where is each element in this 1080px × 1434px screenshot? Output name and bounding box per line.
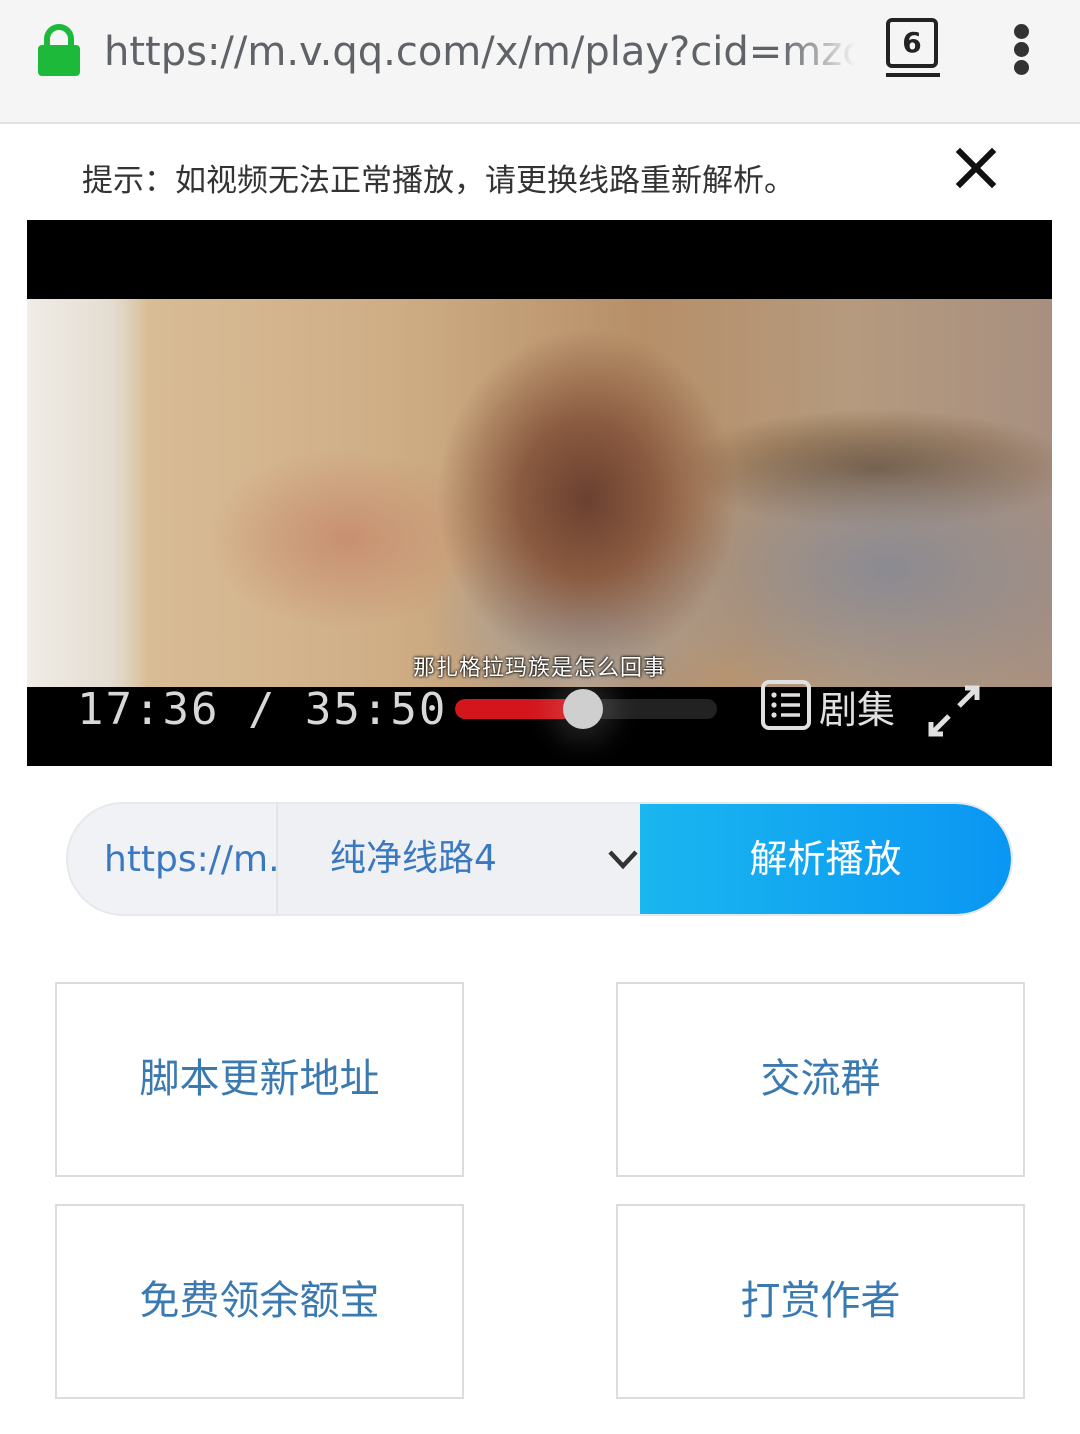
video-frame-detail <box>27 299 147 687</box>
route-select[interactable]: 纯净线路4 <box>278 804 640 914</box>
tip-author-button[interactable]: 打赏作者 <box>616 1204 1025 1399</box>
chevron-down-icon <box>608 850 638 870</box>
video-player[interactable]: 那扎格拉玛族是怎么回事 17:36 / 35:50 剧集 <box>27 220 1052 766</box>
more-vert-icon[interactable] <box>1012 24 1032 76</box>
script-update-button[interactable]: 脚本更新地址 <box>55 982 464 1177</box>
notice-text: 提示：如视频无法正常播放，请更换线路重新解析。 <box>82 163 795 199</box>
lock-icon <box>38 24 80 76</box>
video-url-input[interactable] <box>68 804 276 914</box>
video-frame[interactable] <box>27 299 1052 687</box>
chat-group-button[interactable]: 交流群 <box>616 982 1025 1177</box>
episodes-label[interactable]: 剧集 <box>819 682 895 738</box>
route-select-value: 纯净线路4 <box>330 838 497 879</box>
tab-switcher-underline <box>886 73 940 77</box>
browser-toolbar: https://m.v.qq.com/x/m/play?cid=mzc 6 <box>0 0 1080 124</box>
playlist-icon[interactable] <box>760 679 812 731</box>
tab-switcher-button[interactable]: 6 <box>886 18 938 68</box>
parse-play-button[interactable]: 解析播放 <box>640 804 1011 914</box>
address-bar[interactable]: https://m.v.qq.com/x/m/play?cid=mzc <box>104 24 856 80</box>
parse-bar: 纯净线路4 解析播放 <box>68 804 1011 914</box>
time-display: 17:36 / 35:50 <box>77 684 448 735</box>
fullscreen-icon[interactable] <box>925 682 983 740</box>
free-yuebao-button[interactable]: 免费领余额宝 <box>55 1204 464 1399</box>
close-icon[interactable] <box>952 144 1000 192</box>
